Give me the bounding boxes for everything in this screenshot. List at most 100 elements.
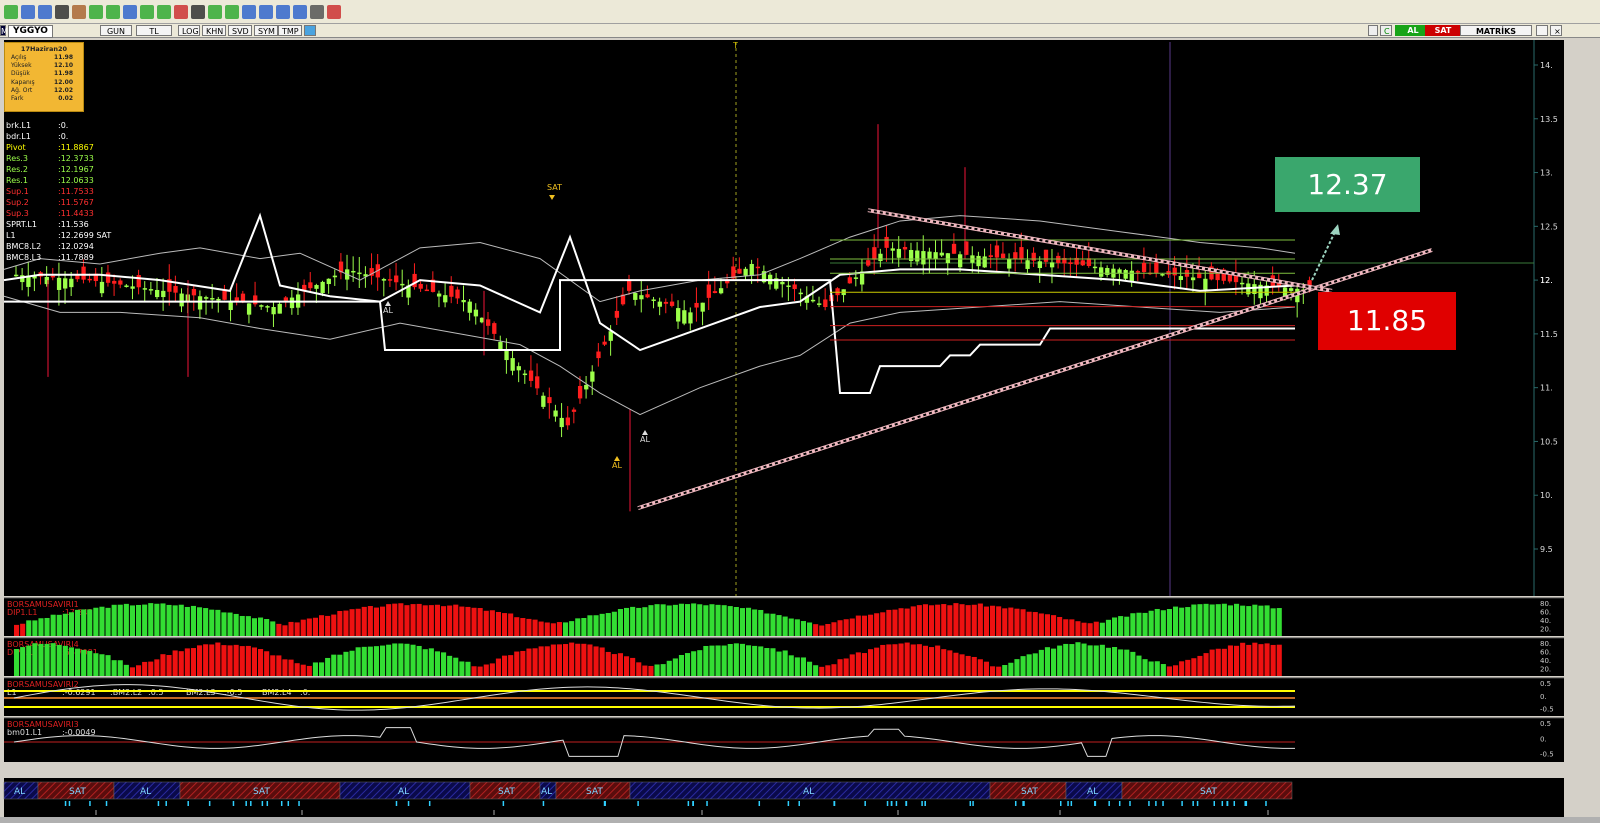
tmp-tab[interactable]: TMP	[278, 25, 302, 36]
histogram-bar	[508, 613, 514, 636]
histogram-bar	[1118, 649, 1124, 676]
line-icon[interactable]	[89, 4, 103, 19]
info-value: 12.02	[54, 86, 73, 94]
arrow-up-icon[interactable]	[208, 4, 222, 19]
histogram-bar	[209, 609, 215, 636]
candle-body	[173, 286, 178, 293]
trend-icon[interactable]	[106, 4, 120, 19]
indicator-name: Res.2	[6, 165, 28, 174]
fibonacci-icon[interactable]	[174, 4, 188, 19]
svd-tab[interactable]: SVD	[228, 25, 252, 36]
refresh-icon[interactable]: C	[1380, 25, 1392, 36]
info-label: Düşük	[11, 70, 30, 78]
histogram-bar	[312, 662, 318, 676]
candle-body	[988, 255, 993, 257]
candle-body	[1080, 260, 1085, 266]
candle-body	[902, 247, 908, 250]
histogram-bar	[630, 606, 636, 636]
symbol-field[interactable]: YGGYO	[8, 25, 53, 38]
candle-body	[1049, 262, 1055, 268]
candle-body	[700, 302, 705, 312]
histogram-bar	[709, 645, 715, 676]
histogram-bar	[380, 606, 386, 636]
indicator-value: :12.0633	[58, 176, 94, 185]
histogram-bar	[1069, 619, 1075, 636]
histogram-bar	[996, 606, 1002, 636]
rectangle-icon[interactable]	[242, 4, 256, 19]
candle-body	[1019, 247, 1024, 260]
zoom-out-icon[interactable]	[293, 4, 307, 19]
histogram-bar	[520, 650, 526, 676]
minimize-icon[interactable]	[1536, 25, 1548, 36]
info-row: Açılış 11.98	[5, 54, 83, 62]
histogram-bar	[1166, 666, 1172, 676]
cursor-icon[interactable]	[21, 4, 35, 19]
histogram-bar	[428, 648, 434, 676]
settings-icon[interactable]	[1368, 25, 1378, 36]
pane-axis-label: 60.	[1540, 609, 1551, 617]
pane-axis-label: 80.	[1540, 600, 1551, 608]
histogram-bar	[410, 644, 416, 676]
horizontal-line-icon[interactable]	[140, 4, 154, 19]
horizontal-scrollbar[interactable]	[0, 817, 1600, 823]
arrow-down-icon[interactable]	[225, 4, 239, 19]
sym-tab[interactable]: SYM	[254, 25, 278, 36]
histogram-bar	[1191, 658, 1197, 676]
currency-tab[interactable]: TL	[136, 25, 172, 36]
candle-body	[853, 277, 859, 279]
close-icon[interactable]: ×	[1550, 25, 1562, 36]
histogram-bar	[404, 643, 410, 676]
histogram-bar	[221, 612, 227, 636]
histogram-bar	[1270, 608, 1276, 636]
histogram-bar	[886, 644, 892, 676]
draw-icon[interactable]	[55, 4, 69, 19]
histogram-bar	[1270, 644, 1276, 676]
y-axis-label: 10.5	[1540, 437, 1558, 446]
histogram-bar	[556, 644, 562, 676]
histogram-bar	[630, 657, 636, 676]
print-icon[interactable]	[310, 4, 324, 19]
channel-icon[interactable]	[123, 4, 137, 19]
histogram-bar	[514, 617, 520, 636]
histogram-bar	[1209, 649, 1215, 676]
price-chart[interactable]: 14. 13.5 13. 12.5 12. 11.5 11. 10.5 10. 9.5 T SAT AL…	[0, 38, 1600, 823]
pane-axis-label: -0.5	[1540, 751, 1554, 759]
candle-body	[492, 323, 497, 334]
histogram-bar	[550, 644, 556, 676]
sat-tab[interactable]: SAT	[1425, 25, 1461, 36]
histogram-bar	[1179, 661, 1185, 676]
crosshair-icon[interactable]	[38, 4, 52, 19]
histogram-bar	[794, 657, 800, 676]
candle-body	[1289, 288, 1294, 291]
histogram-bar	[965, 655, 971, 676]
candle-body	[124, 285, 129, 287]
histogram-bar	[825, 623, 831, 636]
ellipse-icon[interactable]	[259, 4, 273, 19]
vertical-line-icon[interactable]	[157, 4, 171, 19]
candle-body	[682, 310, 687, 324]
histogram-bar	[1276, 608, 1282, 636]
candle-body	[571, 409, 577, 412]
period-tab[interactable]: GUN	[100, 25, 132, 36]
text-icon[interactable]	[191, 4, 205, 19]
tools-icon[interactable]	[72, 4, 86, 19]
zoom-in-icon[interactable]	[276, 4, 290, 19]
histogram-bar	[849, 618, 855, 636]
log-tab[interactable]: LOG	[178, 25, 200, 36]
histogram-bar	[837, 620, 843, 636]
histogram-bar	[343, 610, 349, 636]
histogram-bar	[581, 617, 587, 636]
twitter-icon[interactable]	[304, 25, 316, 36]
histogram-bar	[20, 647, 26, 676]
histogram-bar	[319, 662, 325, 676]
histogram-bar	[971, 604, 977, 636]
histogram-bar	[1112, 647, 1118, 676]
alarm-icon[interactable]	[327, 4, 341, 19]
info-value: 12.10	[54, 62, 73, 70]
histogram-bar	[465, 606, 471, 636]
candle-body	[792, 284, 797, 290]
khn-tab[interactable]: KHN	[202, 25, 226, 36]
histogram-bar	[495, 611, 501, 636]
lock-icon[interactable]	[4, 4, 18, 19]
candle-body	[204, 297, 209, 299]
